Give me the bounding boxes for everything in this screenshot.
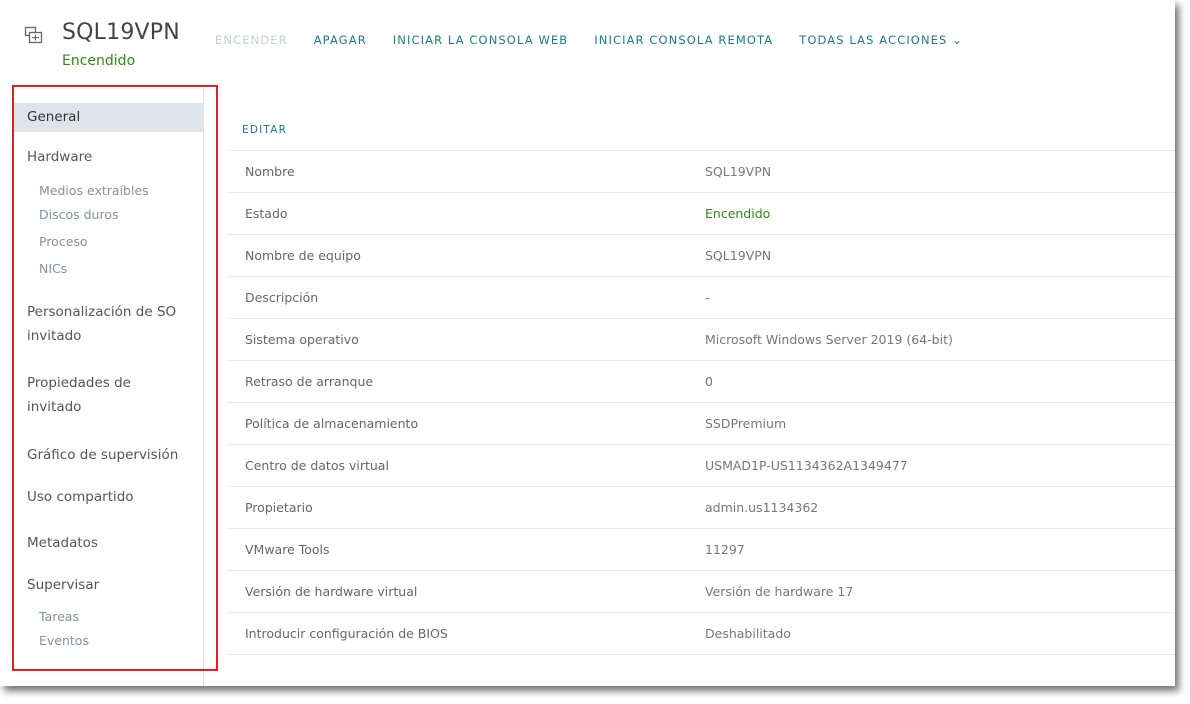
vm-header: SQL19VPN Encendido ENCENDER APAGAR INICI… <box>0 0 1175 84</box>
vm-summary-window: SQL19VPN Encendido ENCENDER APAGAR INICI… <box>0 0 1175 686</box>
launch-web-console-button[interactable]: INICIAR LA CONSOLA WEB <box>393 33 568 47</box>
property-value: 11297 <box>705 542 745 557</box>
property-row: Sistema operativo Microsoft Windows Serve… <box>227 319 1175 361</box>
nav-removable-media[interactable]: Medios extraíbles <box>39 183 149 198</box>
property-row: Nombre de equipo SQL19VPN <box>227 235 1175 277</box>
property-value-status: Encendido <box>705 206 771 221</box>
nav-label: Metadatos <box>27 535 98 551</box>
property-row: Política de almacenamiento SSDPremium <box>227 403 1175 445</box>
property-key: Descripción <box>245 290 319 305</box>
nav-processor[interactable]: Proceso <box>39 234 88 249</box>
property-row: Retraso de arranque 0 <box>227 361 1175 403</box>
nav-nics[interactable]: NICs <box>39 261 67 276</box>
nav-metadata[interactable]: Metadatos <box>13 533 203 555</box>
vm-title: SQL19VPN <box>62 20 180 45</box>
chevron-down-icon: ⌄ <box>952 33 963 47</box>
nav-label: Uso compartido <box>27 489 134 505</box>
property-key: Política de almacenamiento <box>245 416 419 431</box>
power-on-button[interactable]: ENCENDER <box>215 33 288 47</box>
property-value: 0 <box>705 374 713 389</box>
property-key: Versión de hardware virtual <box>245 584 418 599</box>
property-row: Versión de hardware virtual Versión de ha… <box>227 571 1175 613</box>
nav-label: Personalización de SO <box>27 304 177 320</box>
edit-link[interactable]: EDITAR <box>242 124 287 136</box>
nav-tasks[interactable]: Tareas <box>39 609 79 624</box>
all-actions-dropdown[interactable]: TODAS LAS ACCIONES ⌄ <box>799 33 963 47</box>
nav-hardware[interactable]: Hardware <box>13 147 203 169</box>
nav-label: invitado <box>27 399 82 415</box>
property-row: Centro de datos virtual USMAD1P-US1134362… <box>227 445 1175 487</box>
nav-label: Propiedades de <box>27 375 131 391</box>
property-row: Estado Encendido <box>227 193 1175 235</box>
property-value: Microsoft Windows Server 2019 (64-bit) <box>705 332 953 347</box>
action-bar: ENCENDER APAGAR INICIAR LA CONSOLA WEB I… <box>215 33 989 47</box>
nav-label: Gráfico de supervisión <box>27 447 179 463</box>
property-key: Estado <box>245 206 288 221</box>
nav-events[interactable]: Eventos <box>39 633 89 648</box>
vm-status: Encendido <box>62 53 136 69</box>
nav-monitoring-chart[interactable]: Gráfico de supervisión <box>13 445 203 467</box>
nav-monitor[interactable]: Supervisar <box>13 575 203 597</box>
nav-label: Supervisar <box>27 577 100 593</box>
property-value: Versión de hardware 17 <box>705 584 854 599</box>
property-row: Introducir configuración de BIOS Deshabil… <box>227 613 1175 655</box>
property-key: Centro de datos virtual <box>245 458 389 473</box>
property-value: SQL19VPN <box>705 248 772 263</box>
property-value: SQL19VPN <box>705 164 772 179</box>
nav-label: invitado <box>27 328 82 344</box>
property-key: Nombre <box>245 164 295 179</box>
property-key: VMware Tools <box>245 542 330 557</box>
sidebar-nav: General Hardware Medios extraíbles Disco… <box>13 88 204 686</box>
property-key: Sistema operativo <box>245 332 359 347</box>
launch-remote-console-button[interactable]: INICIAR CONSOLA REMOTA <box>594 33 773 47</box>
property-row: Propietario admin.us1134362 <box>227 487 1175 529</box>
property-key: Nombre de equipo <box>245 248 361 263</box>
property-row: VMware Tools 11297 <box>227 529 1175 571</box>
nav-guest-properties[interactable]: Propiedades de invitado <box>13 373 203 417</box>
property-value: - <box>705 290 710 305</box>
property-row: Nombre SQL19VPN <box>227 150 1175 193</box>
nav-label: General <box>27 109 81 125</box>
power-off-button[interactable]: APAGAR <box>314 33 367 47</box>
property-value: admin.us1134362 <box>705 500 819 515</box>
property-key: Propietario <box>245 500 313 515</box>
property-key: Retraso de arranque <box>245 374 374 389</box>
virtual-machine-icon <box>24 26 43 44</box>
all-actions-label: TODAS LAS ACCIONES <box>799 33 948 47</box>
nav-guest-os-customization[interactable]: Personalización de SO invitado <box>13 302 203 346</box>
property-value: USMAD1P-US1134362A1349477 <box>705 458 908 473</box>
nav-general[interactable]: General <box>13 103 203 132</box>
property-value: Deshabilitado <box>705 626 791 641</box>
nav-label: Hardware <box>27 149 93 165</box>
property-row: Descripción - <box>227 277 1175 319</box>
property-value: SSDPremium <box>705 416 787 431</box>
nav-hard-disks[interactable]: Discos duros <box>39 207 119 222</box>
property-key: Introducir configuración de BIOS <box>245 626 448 641</box>
properties-table: Nombre SQL19VPN Estado Encendido Nombre de… <box>227 150 1175 655</box>
nav-sharing[interactable]: Uso compartido <box>13 487 203 509</box>
